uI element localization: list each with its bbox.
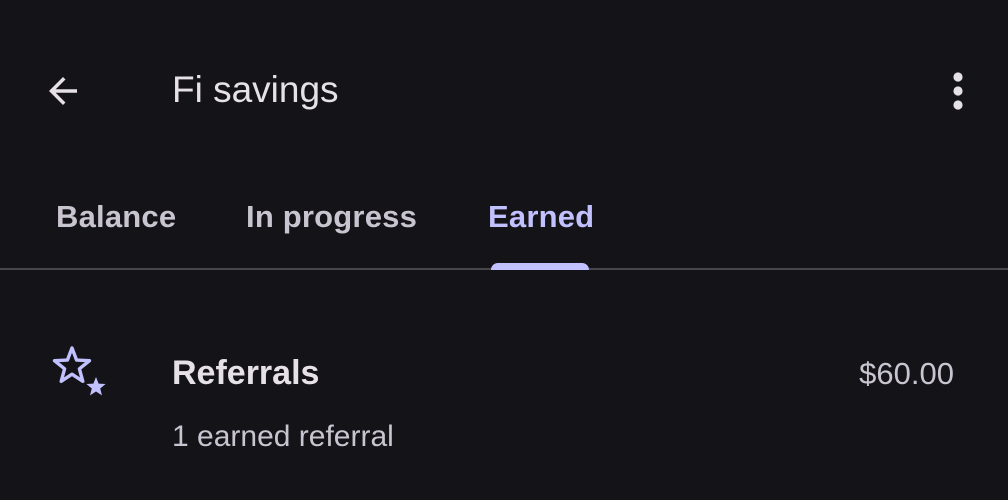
- tab-earned[interactable]: Earned: [472, 180, 608, 270]
- top-app-bar: Fi savings: [0, 0, 1008, 180]
- referrals-amount: $60.00: [859, 356, 954, 391]
- tab-bar: Balance In progress Earned: [0, 180, 1008, 270]
- referrals-subtitle: 1 earned referral: [172, 420, 394, 453]
- list-item-referrals[interactable]: [0, 318, 1008, 468]
- more-vert-icon: [953, 72, 963, 110]
- arrow-back-icon: [49, 77, 77, 105]
- tab-in-progress[interactable]: In progress: [230, 180, 430, 268]
- stars-icon: [52, 346, 106, 396]
- more-options-button[interactable]: [932, 62, 984, 120]
- back-button[interactable]: [34, 62, 92, 120]
- tab-balance-label: Balance: [56, 199, 177, 234]
- page-title: Fi savings: [172, 69, 339, 110]
- referrals-title: Referrals: [172, 354, 320, 392]
- tab-earned-label: Earned: [488, 199, 595, 234]
- tab-in-progress-label: In progress: [246, 199, 418, 234]
- active-tab-indicator: [491, 263, 589, 270]
- tab-balance[interactable]: Balance: [40, 180, 195, 268]
